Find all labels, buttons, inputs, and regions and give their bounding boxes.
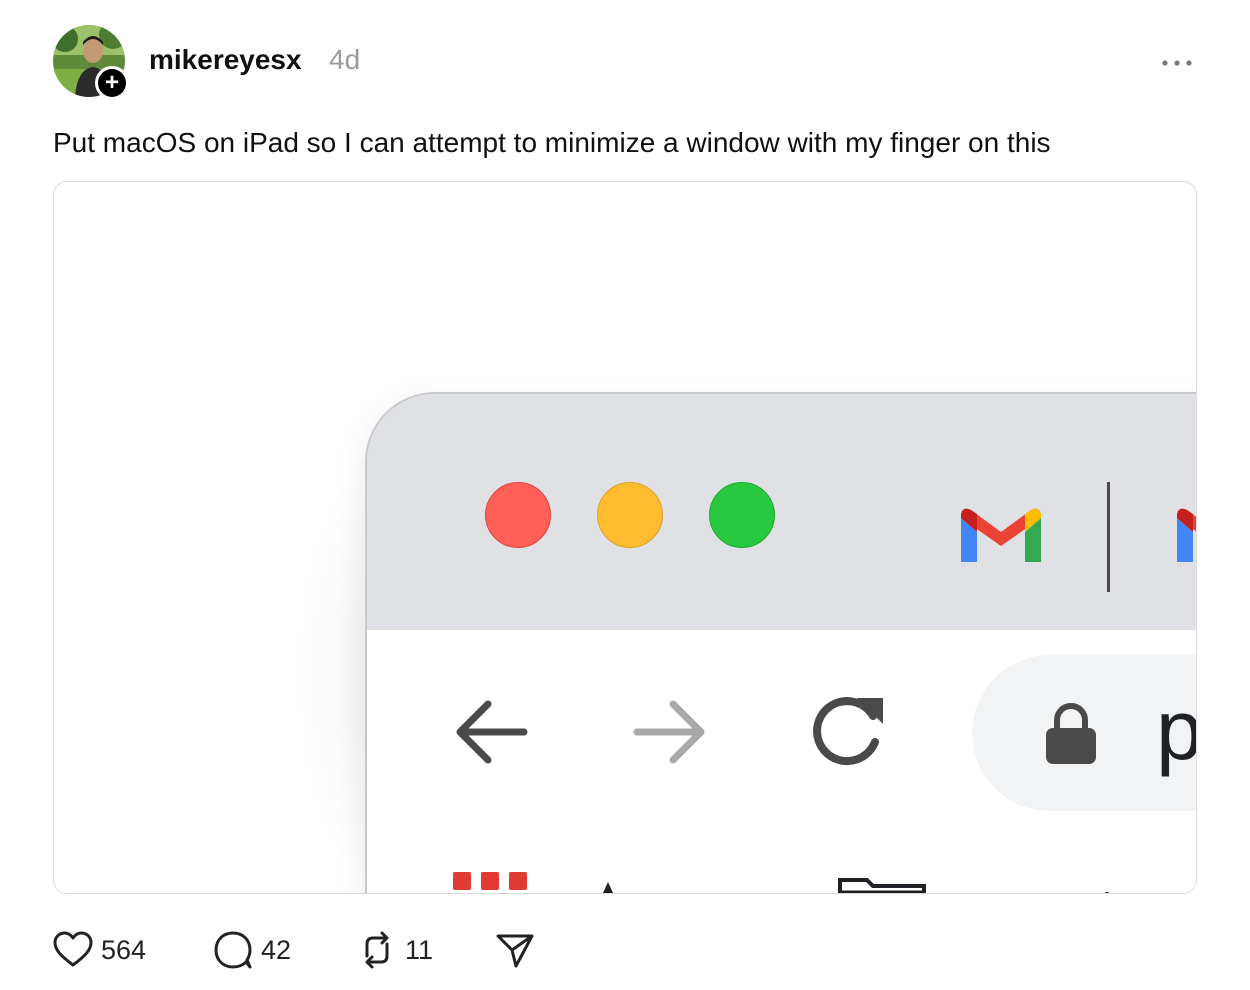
address-bar[interactable]: p	[972, 655, 1196, 811]
reload-icon[interactable]	[807, 690, 887, 770]
folder-icon[interactable]	[837, 874, 927, 894]
like-count: 564	[101, 935, 147, 965]
repost-count: 11	[405, 935, 434, 965]
paper-plane-icon	[496, 934, 534, 968]
plus-icon: +	[98, 69, 126, 97]
back-arrow-icon[interactable]	[452, 692, 532, 772]
close-window-button[interactable]	[485, 482, 551, 548]
zoom-window-button[interactable]	[709, 482, 775, 548]
speech-bubble-icon	[214, 931, 252, 969]
minimize-window-button[interactable]	[597, 482, 663, 548]
gmail-icon[interactable]	[959, 504, 1043, 568]
bookmark-folder-label[interactable]	[975, 878, 1115, 894]
share-button[interactable]	[495, 930, 535, 970]
heart-icon	[53, 931, 93, 967]
reply-button[interactable]: 42	[213, 930, 303, 970]
username[interactable]: mikereyesx	[149, 44, 302, 76]
ellipsis-icon	[1162, 60, 1192, 66]
repost-icon	[365, 931, 389, 969]
bookmark-item[interactable]	[593, 882, 623, 894]
reply-count: 42	[261, 935, 292, 965]
lock-icon	[1046, 703, 1096, 764]
follow-button[interactable]: +	[95, 66, 129, 100]
url-text: p	[1156, 685, 1196, 775]
timestamp: 4d	[329, 44, 361, 75]
repost-button[interactable]: 11	[357, 930, 437, 970]
more-options-button[interactable]	[1157, 48, 1197, 78]
browser-toolbar: p	[367, 630, 1196, 894]
like-button[interactable]: 564	[53, 930, 153, 970]
gmail-icon[interactable]	[1175, 504, 1197, 568]
browser-titlebar	[367, 394, 1197, 630]
post-header: + mikereyesx 4d	[0, 0, 1250, 110]
post-text: Put macOS on iPad so I can attempt to mi…	[53, 127, 1051, 158]
tab-divider	[1107, 482, 1110, 592]
post-actions: 564 42 11	[0, 910, 1250, 990]
post-image[interactable]: p	[53, 181, 1197, 894]
forward-arrow-icon[interactable]	[629, 692, 709, 772]
apps-grid-icon[interactable]	[453, 872, 533, 892]
browser-window: p	[365, 392, 1197, 894]
